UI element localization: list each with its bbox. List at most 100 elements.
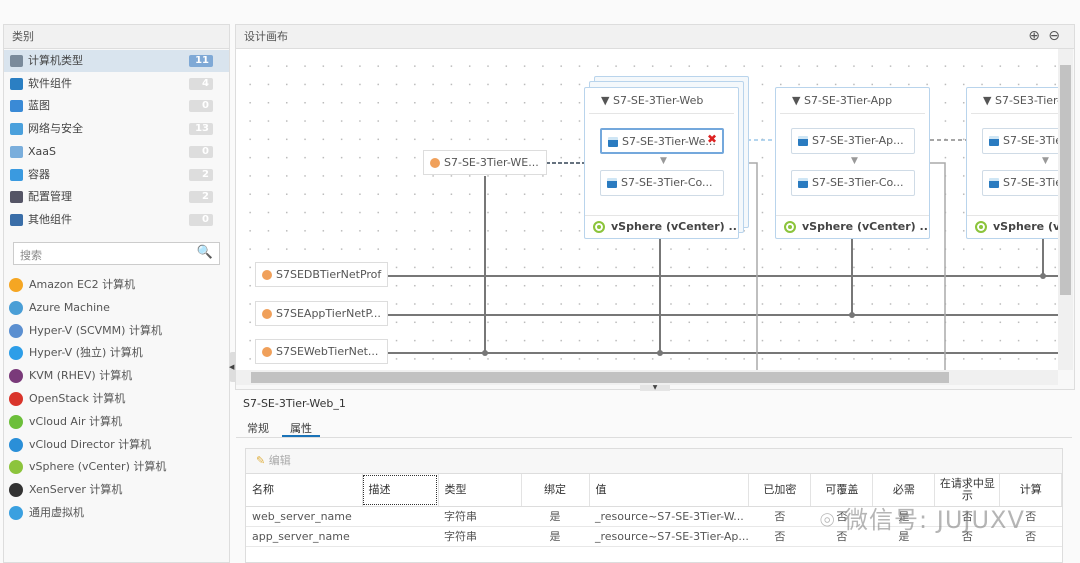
machine-type-icon [9,414,23,429]
count-badge: 13 [189,123,213,136]
vertical-scrollbar[interactable] [1058,49,1073,370]
tab-properties[interactable]: 属性 [282,420,320,437]
collapse-icon[interactable]: ▼ [601,94,609,107]
column-header[interactable]: 描述 [362,474,439,507]
network-profile-node[interactable]: S7SEDBTierNetProf [255,262,388,287]
machine-type-item[interactable]: Amazon EC2 计算机 [9,274,135,296]
column-header[interactable]: 值 [589,474,750,507]
container-title[interactable]: ▼ S7-SE3-Tier- [971,88,1058,114]
delete-icon[interactable]: ✖ [707,132,717,146]
machine-type-icon [9,278,23,292]
category-item[interactable]: 其他组件 0 [4,209,229,231]
machine-type-icon [9,300,23,315]
machine-type-item[interactable]: vCloud Air 计算机 [9,411,122,433]
machine-type-icon [9,369,23,384]
column-header[interactable]: 已加密 [748,474,812,507]
category-item[interactable]: 配置管理 2 [4,186,229,208]
table-cell: 否 [748,526,811,547]
software-icon [798,178,808,188]
machine-node[interactable]: S7-SE-3Tier-We... [600,128,724,154]
xaas-icon [10,145,23,158]
category-item[interactable]: 软件组件 4 [4,73,229,95]
zoom-out-icon[interactable]: ⊖ [1048,28,1060,44]
table-cell: _resource~S7-SE-3Tier-W... [589,506,749,527]
details-title: S7-SE-3Tier-Web_1 [243,397,346,410]
design-canvas[interactable]: S7-SE-3Tier-WE... ▼ S7-SE-3Tier-Web S7-S… [236,49,1058,370]
container-node[interactable]: ▼ S7-SE-3Tier-Web S7-SE-3Tier-We... ✖ ▼ … [584,87,739,239]
vsphere-icon [593,221,605,233]
horizontal-scroll-thumb[interactable] [251,372,949,383]
machine-type-icon [9,483,23,498]
machine-type-icon [9,392,23,406]
network-icon [430,158,440,168]
config-icon [10,191,23,204]
count-badge: 0 [189,145,213,158]
network-node[interactable]: S7-SE-3Tier-WE... [423,150,547,175]
collapse-icon[interactable]: ▼ [792,94,800,107]
machine-type-icon [9,460,23,475]
machine-type-icon [9,323,23,338]
machine-type-item[interactable]: vCloud Director 计算机 [9,434,151,456]
category-item[interactable]: 蓝图 0 [4,95,229,117]
column-header[interactable]: 绑定 [521,474,590,507]
arrow-down-icon: ▼ [851,156,858,166]
column-header[interactable]: 类型 [438,474,522,507]
machine-node[interactable]: S7-SE-3Tie [982,128,1058,154]
vsphere-icon [975,221,987,233]
container-title[interactable]: ▼ S7-SE-3Tier-App [780,88,925,114]
table-cell: _resource~S7-SE-3Tier-Ap... [589,526,749,547]
machine-icon [989,136,999,146]
table-cell: web_server_name [246,506,362,527]
software-node[interactable]: S7-SE-3Tie [982,170,1058,196]
search-input[interactable]: 搜索 🔍 [13,242,220,265]
horizontal-scrollbar[interactable] [236,370,1058,385]
container-node[interactable]: ▼ S7-SE-3Tier-App S7-SE-3Tier-Ap... ▼ S7… [775,87,930,239]
splitter-handle[interactable]: ▼ [640,385,670,391]
network-profile-node[interactable]: S7SEWebTierNet... [255,339,388,364]
watermark: ⌾ 微信号: JUJUXV [820,506,1025,534]
software-node[interactable]: S7-SE-3Tier-Co... [791,170,915,196]
search-icon[interactable]: 🔍 [197,245,213,260]
count-badge: 2 [189,191,213,204]
container-title[interactable]: ▼ S7-SE-3Tier-Web [589,88,734,114]
container-icon [10,168,23,181]
machine-type-item[interactable]: OpenStack 计算机 [9,388,125,410]
count-badge: 2 [189,168,213,181]
table-cell: 字符串 [438,506,521,527]
category-item[interactable]: 网络与安全 13 [4,118,229,140]
collapse-icon[interactable]: ▼ [983,94,991,107]
network-profile-node[interactable]: S7SEAppTierNetP... [255,300,388,326]
table-cell: 是 [521,506,589,527]
machine-type-item[interactable]: KVM (RHEV) 计算机 [9,365,132,387]
machine-type-icon [9,437,23,452]
count-badge: 0 [189,213,213,226]
zoom-in-icon[interactable]: ⊕ [1028,28,1040,44]
column-header[interactable]: 名称 [246,474,363,507]
machine-type-icon [9,506,23,520]
arrow-down-icon: ▼ [660,156,667,166]
vertical-scroll-thumb[interactable] [1060,65,1071,295]
count-badge: 11 [189,55,213,67]
edit-button[interactable]: ✎ 编辑 [246,449,1062,474]
software-node[interactable]: S7-SE-3Tier-Co... [600,170,724,196]
machine-type-item[interactable]: vSphere (vCenter) 计算机 [9,456,166,478]
machine-icon [608,137,618,147]
tab-general[interactable]: 常规 [247,420,269,436]
machine-icon [798,136,808,146]
container-node[interactable]: ▼ S7-SE3-Tier- S7-SE-3Tie ▼ S7-SE-3Tie v… [966,87,1058,239]
category-item[interactable]: 容器 2 [4,164,229,186]
machine-type-item[interactable]: Hyper-V (SCVMM) 计算机 [9,320,162,342]
other-components-icon [10,213,23,226]
machine-node[interactable]: S7-SE-3Tier-Ap... [791,128,915,154]
container-footer: vSphere (vCenter) ... [585,215,738,238]
category-item[interactable]: 计算机类型 11 [4,50,229,72]
machine-type-item[interactable]: XenServer 计算机 [9,479,122,501]
machine-type-item[interactable]: Hyper-V (独立) 计算机 [9,342,143,364]
machine-type-item[interactable]: 通用虚拟机 [9,502,84,524]
table-cell: 否 [748,506,811,527]
machine-type-item[interactable]: Azure Machine [9,297,110,319]
container-footer: vSphere (vC [967,215,1058,238]
network-profile-icon [262,308,272,319]
category-item[interactable]: XaaS 0 [4,141,229,163]
network-icon [10,123,23,136]
